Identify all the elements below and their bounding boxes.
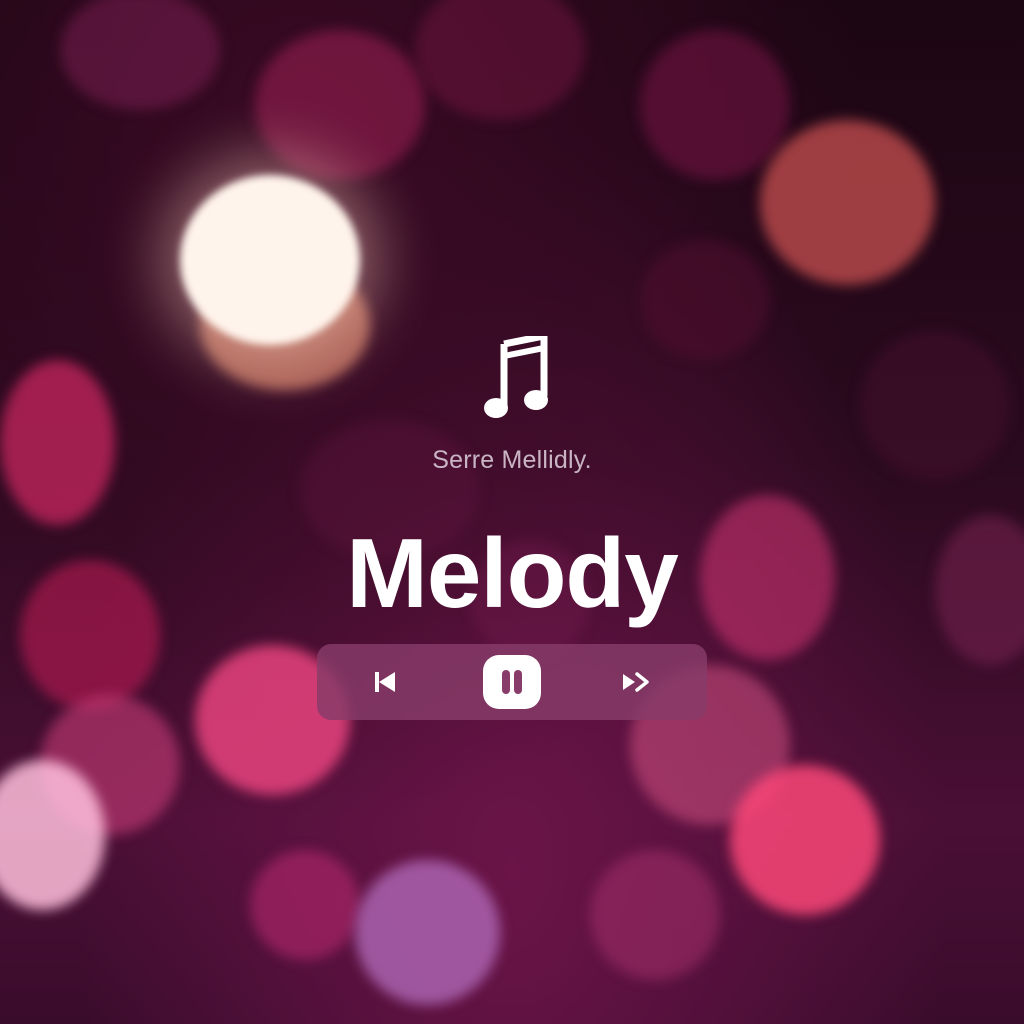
bokeh-background: Serre Mellidly. Melody	[0, 0, 1024, 1024]
pause-button[interactable]	[483, 655, 541, 709]
playback-controls-bar	[317, 644, 707, 720]
skip-next-icon	[623, 672, 649, 692]
skip-previous-button[interactable]	[369, 668, 401, 696]
music-note-icon	[484, 336, 548, 418]
pause-icon	[502, 670, 522, 694]
track-title: Melody	[346, 518, 679, 628]
skip-previous-icon	[375, 672, 395, 692]
track-subtitle: Serre Mellidly.	[432, 446, 592, 474]
player-screen: Serre Mellidly. Melody	[0, 0, 1024, 1024]
skip-next-button[interactable]	[619, 668, 653, 696]
